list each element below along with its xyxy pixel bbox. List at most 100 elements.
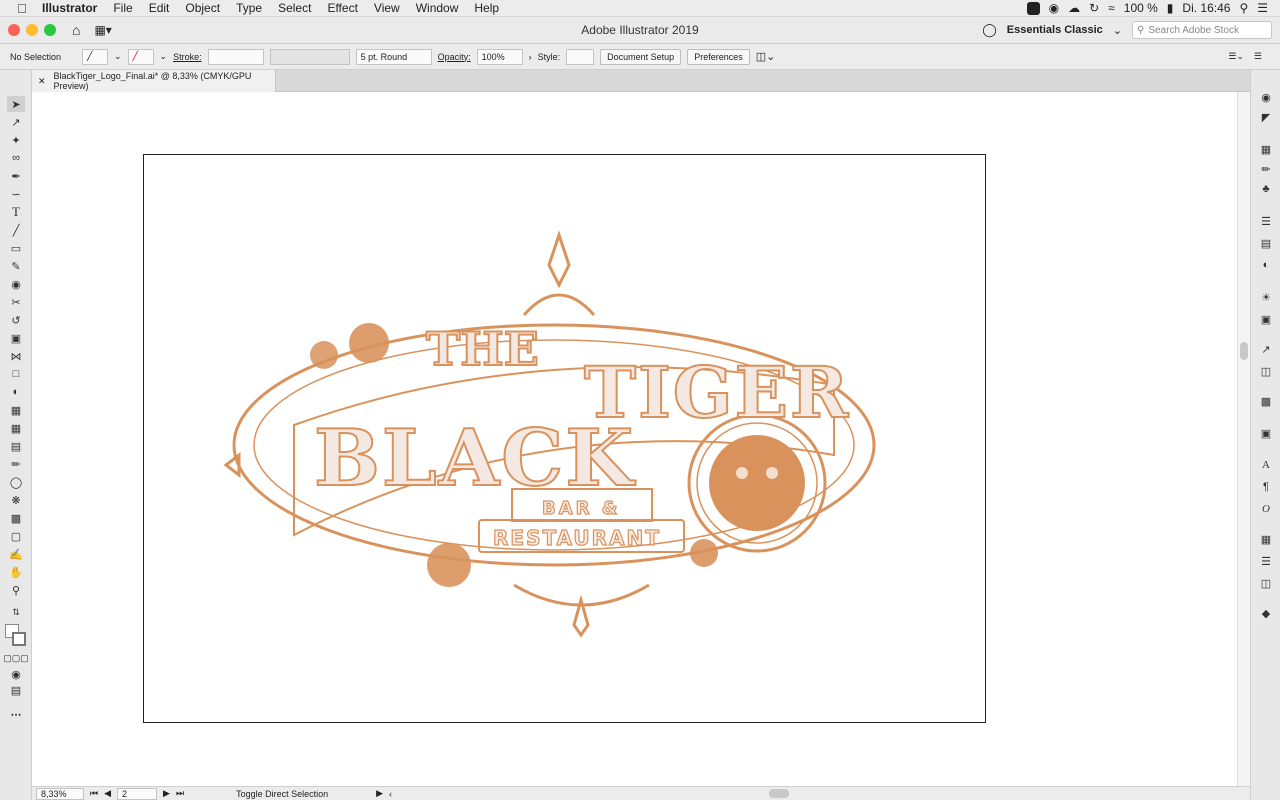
minimize-window-button[interactable] [26, 24, 38, 36]
more-tools-icon[interactable]: ⋯ [7, 706, 25, 722]
gradient-tool-icon[interactable]: ▤ [7, 438, 25, 454]
transparency-icon[interactable]: ◐ [1259, 258, 1273, 272]
swatches-icon[interactable]: ▦ [1259, 142, 1273, 156]
menu-window[interactable]: Window [408, 0, 467, 17]
menu-help[interactable]: Help [466, 0, 507, 17]
stock-search-input[interactable]: ⚲ Search Adobe Stock [1132, 21, 1272, 39]
color-guide-icon[interactable]: ◤ [1259, 110, 1273, 124]
menu-effect[interactable]: Effect [319, 0, 365, 17]
menu-type[interactable]: Type [228, 0, 270, 17]
stroke-swatch[interactable]: ╱ [127, 48, 154, 65]
menu-view[interactable]: View [366, 0, 408, 17]
fill-swatch[interactable]: ╱ [82, 48, 108, 65]
selection-tool-icon[interactable]: ➤ [7, 96, 25, 112]
creative-cloud-icon[interactable]: ◉ [1049, 1, 1059, 15]
canvas-area[interactable]: THE BLACK TIGER BAR & RESTAURANT [32, 92, 1237, 786]
vertical-scroll-thumb[interactable] [1240, 342, 1248, 360]
lasso-tool-icon[interactable]: ∞ [7, 150, 25, 166]
clock[interactable]: Di. 16:46 [1182, 1, 1230, 15]
paragraph-icon[interactable]: ¶ [1259, 480, 1273, 494]
brush-definition[interactable]: 5 pt. Round [355, 48, 432, 65]
symbols-icon[interactable]: ♣ [1259, 182, 1273, 196]
swap-colors-icon[interactable]: ⇅ [7, 604, 25, 620]
next-artboard-icon[interactable]: ▶ [163, 788, 170, 799]
menu-object[interactable]: Object [177, 0, 228, 17]
document-setup-button[interactable]: Document Setup [600, 48, 682, 65]
artboards-panel-icon[interactable]: ◫ [1259, 364, 1273, 378]
graphic-styles-icon[interactable]: ▣ [1259, 312, 1273, 326]
graphic-style-picker[interactable] [566, 48, 595, 65]
stroke-label[interactable]: Stroke: [173, 52, 202, 62]
arrange-icon[interactable]: ◫⌄ [756, 50, 776, 63]
draw-mode-icon[interactable]: ◉ [7, 666, 25, 682]
color-mode-icon[interactable]: ▢▢▢ [3, 650, 29, 666]
cloud-icon[interactable]: ☁ [1068, 1, 1080, 15]
pathfinder-icon[interactable]: ◫ [1259, 576, 1273, 590]
rectangle-tool-icon[interactable]: ▭ [7, 240, 25, 256]
status-menu-icon[interactable]: ▶ [376, 788, 383, 799]
column-graph-tool-icon[interactable]: ▩ [7, 510, 25, 526]
free-transform-tool-icon[interactable]: □ [7, 366, 25, 382]
logo-artwork[interactable]: THE BLACK TIGER BAR & RESTAURANT [144, 155, 987, 724]
align-icon[interactable]: ☰⌄ [1228, 51, 1244, 62]
artboard-number-field[interactable]: 2 [117, 787, 158, 800]
chevron-down-icon[interactable]: ⌄ [1113, 24, 1122, 37]
spotlight-icon[interactable]: ⚲ [1239, 1, 1248, 15]
blob-brush-tool-icon[interactable]: ◉ [7, 276, 25, 292]
hand-tool-icon[interactable]: ✋ [7, 564, 25, 580]
width-tool-icon[interactable]: ⋈ [7, 348, 25, 364]
variable-width-profile[interactable] [269, 48, 350, 65]
arrange-documents-icon[interactable]: ▦▾ [94, 23, 111, 37]
notification-center-icon[interactable]: ☰ [1257, 1, 1268, 15]
layers-icon[interactable]: ◆ [1259, 606, 1273, 620]
align-panel-icon[interactable]: ☰ [1259, 554, 1273, 568]
preferences-button[interactable]: Preferences [687, 48, 750, 65]
scale-tool-icon[interactable]: ▣ [7, 330, 25, 346]
chevron-right-icon[interactable]: › [529, 52, 532, 62]
perspective-grid-tool-icon[interactable]: ▦ [7, 402, 25, 418]
transform-icon[interactable]: ▦ [1259, 532, 1273, 546]
blend-tool-icon[interactable]: ◯ [7, 474, 25, 490]
type-tool-icon[interactable]: T [7, 204, 25, 220]
libraries-icon[interactable]: ▩ [1259, 394, 1273, 408]
artboard-tool-icon[interactable]: ▢ [7, 528, 25, 544]
chevron-down-icon[interactable]: ⌄ [160, 51, 168, 62]
image-trace-icon[interactable]: ▣ [1259, 426, 1273, 440]
menu-select[interactable]: Select [270, 0, 319, 17]
magic-wand-tool-icon[interactable]: ✦ [7, 132, 25, 148]
character-icon[interactable]: A [1259, 458, 1273, 472]
stroke-color-swatch[interactable] [12, 632, 26, 646]
close-window-button[interactable] [8, 24, 20, 36]
home-icon[interactable]: ⌂ [72, 22, 80, 38]
app-menu[interactable]: Illustrator [30, 0, 105, 17]
first-artboard-icon[interactable]: ⏮ [90, 788, 98, 799]
appearance-icon[interactable]: ☀ [1259, 290, 1273, 304]
sync-icon[interactable]: ↻ [1089, 1, 1099, 15]
stroke-panel-icon[interactable]: ☰ [1259, 214, 1273, 228]
direct-selection-tool-icon[interactable]: ↗ [7, 114, 25, 130]
document-tab[interactable]: ✕ BlackTiger_Logo_Final.ai* @ 8,33% (CMY… [32, 70, 276, 92]
eyedropper-tool-icon[interactable]: ✏ [7, 456, 25, 472]
status-message[interactable]: Toggle Direct Selection [236, 789, 328, 799]
check-app-icon[interactable] [1026, 1, 1040, 15]
chevron-down-icon[interactable]: ⌄ [114, 51, 122, 62]
opacity-field[interactable]: 100% [476, 48, 523, 65]
zoom-window-button[interactable] [44, 24, 56, 36]
wifi-icon[interactable]: ≈ [1108, 1, 1115, 15]
last-artboard-icon[interactable]: ⏭ [176, 788, 184, 799]
color-panel-icon[interactable]: ◉ [1259, 90, 1273, 104]
curvature-tool-icon[interactable]: ∽ [7, 186, 25, 202]
horizontal-scroll-thumb[interactable] [769, 789, 789, 798]
vertical-scrollbar[interactable] [1237, 92, 1250, 786]
export-icon[interactable]: ↗ [1259, 342, 1273, 356]
line-tool-icon[interactable]: ╱ [7, 222, 25, 238]
rotate-tool-icon[interactable]: ↺ [7, 312, 25, 328]
workspace-switcher[interactable]: Essentials Classic [1007, 24, 1103, 36]
previous-artboard-icon[interactable]: ◀ [104, 788, 111, 799]
mesh-tool-icon[interactable]: ▦ [7, 420, 25, 436]
pen-tool-icon[interactable]: ✒ [7, 168, 25, 184]
slice-tool-icon[interactable]: ✍ [7, 546, 25, 562]
artboard[interactable]: THE BLACK TIGER BAR & RESTAURANT [143, 154, 986, 723]
symbol-sprayer-tool-icon[interactable]: ❋ [7, 492, 25, 508]
lightbulb-icon[interactable]: ◯ [982, 22, 997, 38]
